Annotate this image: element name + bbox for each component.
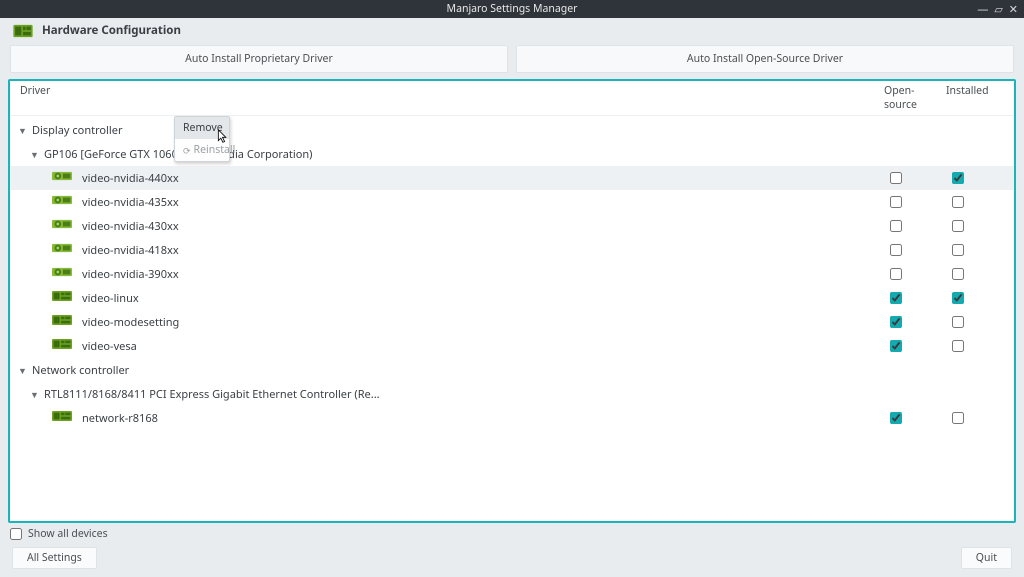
driver-label: video-vesa [78, 339, 137, 354]
driver-label: video-nvidia-390xx [78, 267, 179, 282]
show-all-devices-row: Show all devices [0, 523, 1024, 543]
driver-tree-panel: Driver Open-source Installed ▼Display co… [8, 79, 1016, 523]
driver-row[interactable]: video-nvidia-440xx [10, 166, 1014, 190]
window-title: Manjaro Settings Manager [447, 2, 578, 16]
auto-install-proprietary-button[interactable]: Auto Install Proprietary Driver [10, 45, 508, 73]
open-source-checkbox[interactable] [890, 220, 902, 232]
driver-label: video-modesetting [78, 315, 179, 330]
driver-label: video-linux [78, 291, 139, 306]
minimize-icon[interactable]: — [977, 4, 988, 15]
gpu-icon [52, 266, 72, 282]
driver-row[interactable]: network-r8168 [10, 406, 1014, 430]
driver-label: video-nvidia-418xx [78, 243, 179, 258]
context-menu-reinstall-label: Reinstall [194, 143, 236, 157]
open-source-checkbox[interactable] [890, 172, 902, 184]
page-title: Hardware Configuration [42, 23, 181, 38]
expand-icon[interactable]: ▼ [30, 148, 40, 161]
tree-category[interactable]: ▼Display controller [10, 118, 1014, 142]
open-source-checkbox[interactable] [890, 316, 902, 328]
window-controls: — ▱ ✕ [977, 0, 1018, 18]
tree-category[interactable]: ▼Network controller [10, 358, 1014, 382]
quit-button[interactable]: Quit [961, 547, 1012, 569]
board-icon [52, 338, 72, 354]
gpu-icon [52, 194, 72, 210]
tree-header: Driver Open-source Installed [10, 81, 1014, 116]
installed-checkbox[interactable] [952, 316, 964, 328]
gpu-icon [52, 242, 72, 258]
column-open-source[interactable]: Open-source [884, 84, 946, 112]
expand-icon[interactable]: ▼ [18, 364, 28, 377]
hardware-icon [12, 24, 34, 38]
driver-row[interactable]: video-modesetting [10, 310, 1014, 334]
page-header: Hardware Configuration [0, 18, 1024, 43]
category-label: Network controller [28, 363, 129, 378]
driver-row[interactable]: video-nvidia-430xx [10, 214, 1014, 238]
reload-icon: ⟳ [183, 144, 191, 157]
device-label: RTL8111/8168/8411 PCI Express Gigabit Et… [40, 387, 380, 402]
open-source-checkbox[interactable] [890, 340, 902, 352]
cursor-icon [217, 129, 228, 144]
installed-checkbox[interactable] [952, 292, 964, 304]
driver-row[interactable]: video-nvidia-390xx [10, 262, 1014, 286]
driver-row[interactable]: video-vesa [10, 334, 1014, 358]
show-all-devices-label: Show all devices [28, 527, 108, 541]
open-source-checkbox[interactable] [890, 412, 902, 424]
tree-device[interactable]: ▼RTL8111/8168/8411 PCI Express Gigabit E… [10, 382, 1014, 406]
expand-icon[interactable]: ▼ [18, 124, 28, 137]
open-source-checkbox[interactable] [890, 268, 902, 280]
driver-label: video-nvidia-430xx [78, 219, 179, 234]
installed-checkbox[interactable] [952, 172, 964, 184]
driver-label: network-r8168 [78, 411, 158, 426]
open-source-checkbox[interactable] [890, 196, 902, 208]
auto-install-opensource-button[interactable]: Auto Install Open-Source Driver [516, 45, 1014, 73]
installed-checkbox[interactable] [952, 412, 964, 424]
installed-checkbox[interactable] [952, 268, 964, 280]
tree-device[interactable]: ▼GP106 [GeForce GTX 1060 6GB] (nVidia Co… [10, 142, 1014, 166]
footer-buttons: All Settings Quit [0, 543, 1024, 577]
gpu-icon [52, 170, 72, 186]
installed-checkbox[interactable] [952, 196, 964, 208]
driver-row[interactable]: video-linux [10, 286, 1014, 310]
action-buttons: Auto Install Proprietary Driver Auto Ins… [0, 43, 1024, 79]
tree-body: ▼Display controller▼GP106 [GeForce GTX 1… [10, 116, 1014, 521]
driver-label: video-nvidia-435xx [78, 195, 179, 210]
gpu-icon [52, 218, 72, 234]
installed-checkbox[interactable] [952, 244, 964, 256]
show-all-devices-checkbox[interactable] [10, 528, 22, 540]
all-settings-button[interactable]: All Settings [12, 547, 97, 569]
driver-row[interactable]: video-nvidia-435xx [10, 190, 1014, 214]
board-icon [52, 290, 72, 306]
driver-row[interactable]: video-nvidia-418xx [10, 238, 1014, 262]
column-installed[interactable]: Installed [946, 84, 1008, 112]
close-icon[interactable]: ✕ [1009, 4, 1018, 15]
titlebar: Manjaro Settings Manager — ▱ ✕ [0, 0, 1024, 18]
board-icon [52, 410, 72, 426]
expand-icon[interactable]: ▼ [30, 388, 40, 401]
board-icon [52, 314, 72, 330]
maximize-icon[interactable]: ▱ [994, 4, 1002, 15]
installed-checkbox[interactable] [952, 220, 964, 232]
column-driver[interactable]: Driver [16, 84, 884, 112]
open-source-checkbox[interactable] [890, 292, 902, 304]
open-source-checkbox[interactable] [890, 244, 902, 256]
installed-checkbox[interactable] [952, 340, 964, 352]
category-label: Display controller [28, 123, 123, 138]
driver-label: video-nvidia-440xx [78, 171, 179, 186]
